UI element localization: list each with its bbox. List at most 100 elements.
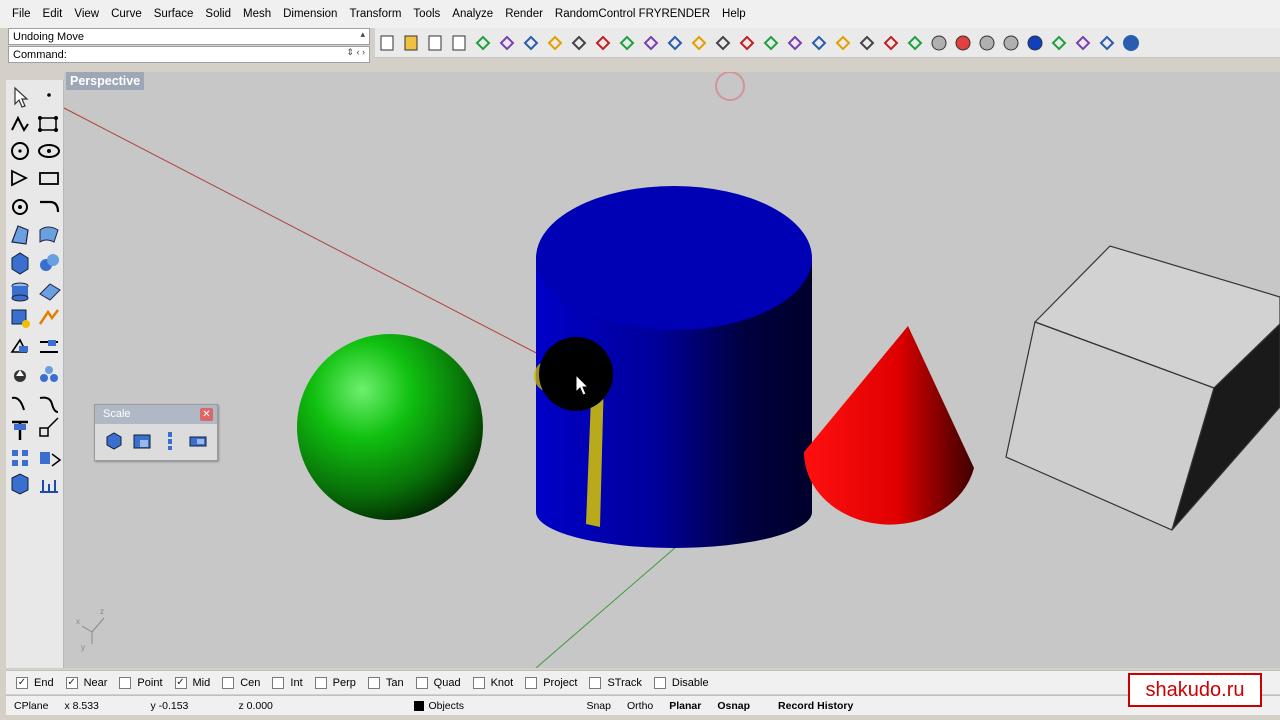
move-button[interactable] [615,31,638,55]
sphere-wire-button[interactable] [975,31,998,55]
grid-icon [763,35,778,50]
cursor-tool-button[interactable] [1047,31,1070,55]
menu-edit[interactable]: Edit [37,0,69,28]
scale-3d-button[interactable] [103,430,125,452]
pan-button[interactable] [591,31,614,55]
planar-toggle[interactable]: Planar [661,700,709,712]
osnap-toggle[interactable]: Osnap [709,700,758,712]
cut-icon [499,35,514,50]
osnap-mid[interactable]: ✓ Mid [174,676,211,689]
command-input[interactable]: Command: ⇕ ‹ › [8,46,370,63]
scale-2d-button[interactable] [131,430,153,452]
osnap-bar: ✓ End ✓ Near Point ✓ Mid Cen Int Perp Tan Quad Knot P… [6,670,1280,694]
zoom-extents-button[interactable] [687,31,710,55]
sphere-shade-button[interactable] [999,31,1022,55]
osnap-checkbox[interactable]: ✓ [65,676,78,689]
menu-help[interactable]: Help [716,0,752,28]
move-icon [619,35,634,50]
osnap-checkbox[interactable] [525,676,538,689]
copy-button[interactable] [519,31,542,55]
osnap-checkbox[interactable] [415,676,428,689]
osnap-checkbox[interactable] [272,676,285,689]
eye-button[interactable] [807,31,830,55]
scale-1d-button[interactable] [159,430,181,452]
scale-panel: Scale ✕ [94,404,218,461]
osnap-quad[interactable]: Quad [415,676,461,689]
menu-file[interactable]: File [6,0,37,28]
osnap-checkbox[interactable] [314,676,327,689]
menu-mesh[interactable]: Mesh [237,0,277,28]
layer-button[interactable] [927,31,950,55]
osnap-strack[interactable]: STrack [589,676,642,689]
osnap-point[interactable]: Point [119,676,163,689]
scale-nu-button[interactable] [187,430,209,452]
osnap-disable[interactable]: Disable [653,676,709,689]
osnap-int[interactable]: Int [272,676,303,689]
history-scroll-icon[interactable]: ▴ [360,29,365,40]
osnap-near[interactable]: ✓ Near [65,676,107,689]
perspective-viewport[interactable]: z x y Perspective [64,72,1280,668]
print-button[interactable] [447,31,470,55]
close-icon[interactable]: ✕ [200,408,213,421]
osnap-checkbox[interactable] [653,676,666,689]
snap-toggle[interactable]: Snap [578,700,619,712]
color-wheel-button[interactable] [951,31,974,55]
ortho-toggle[interactable]: Ortho [619,700,661,712]
cut-button[interactable] [495,31,518,55]
menu-view[interactable]: View [68,0,105,28]
grid-button[interactable] [759,31,782,55]
help-button[interactable] [1119,31,1142,55]
osnap-checkbox[interactable] [119,676,132,689]
menu-randomcontrol-fryrender[interactable]: RandomControl FRYRENDER [549,0,716,28]
osnap-checkbox[interactable]: ✓ [16,676,28,689]
sphere-wire-icon [979,35,994,50]
car-button[interactable] [783,31,806,55]
undo-button[interactable] [567,31,590,55]
command-nav-icon[interactable]: ⇕ ‹ › [346,47,365,58]
zoom-window-icon [667,35,682,50]
gear-button[interactable] [1071,31,1094,55]
osnap-knot[interactable]: Knot [472,676,513,689]
menu-render[interactable]: Render [499,0,549,28]
open-button[interactable] [399,31,422,55]
new-button[interactable] [375,31,398,55]
menu-curve[interactable]: Curve [105,0,148,28]
menu-surface[interactable]: Surface [148,0,200,28]
options-button[interactable] [1095,31,1118,55]
layer-indicator[interactable]: Objects [406,700,578,712]
osnap-project[interactable]: Project [525,676,577,689]
circle-tool-icon [11,142,29,160]
paint-button[interactable] [855,31,878,55]
scale-panel-titlebar[interactable]: Scale ✕ [95,405,217,424]
osnap-checkbox[interactable] [472,676,485,689]
menu-transform[interactable]: Transform [343,0,407,28]
menu-solid[interactable]: Solid [199,0,237,28]
viewport-title[interactable]: Perspective [66,72,145,90]
osnap-end[interactable]: ✓ End [16,676,54,689]
save-button[interactable] [423,31,446,55]
osnap-tan[interactable]: Tan [367,676,404,689]
menu-tools[interactable]: Tools [407,0,446,28]
zoom-selected-button[interactable] [711,31,734,55]
lock-button[interactable] [903,31,926,55]
rotate-view-button[interactable] [735,31,758,55]
lightbulb-button[interactable] [879,31,902,55]
zoom-button[interactable] [639,31,662,55]
record-history-toggle[interactable]: Record History [770,700,861,712]
import-button[interactable] [471,31,494,55]
osnap-checkbox[interactable] [222,676,235,689]
sphere-render-button[interactable] [1023,31,1046,55]
osnap-checkbox[interactable] [589,676,602,689]
osnap-label: Mid [192,676,211,689]
cylinder-tool-icon [11,282,29,302]
menu-analyze[interactable]: Analyze [446,0,499,28]
osnap-checkbox[interactable] [367,676,380,689]
osnap-perp[interactable]: Perp [314,676,356,689]
osnap-cen[interactable]: Cen [222,676,260,689]
target-button[interactable] [831,31,854,55]
paste-button[interactable] [543,31,566,55]
print-icon [452,35,465,50]
osnap-checkbox[interactable]: ✓ [174,676,187,689]
zoom-window-button[interactable] [663,31,686,55]
menu-dimension[interactable]: Dimension [277,0,343,28]
